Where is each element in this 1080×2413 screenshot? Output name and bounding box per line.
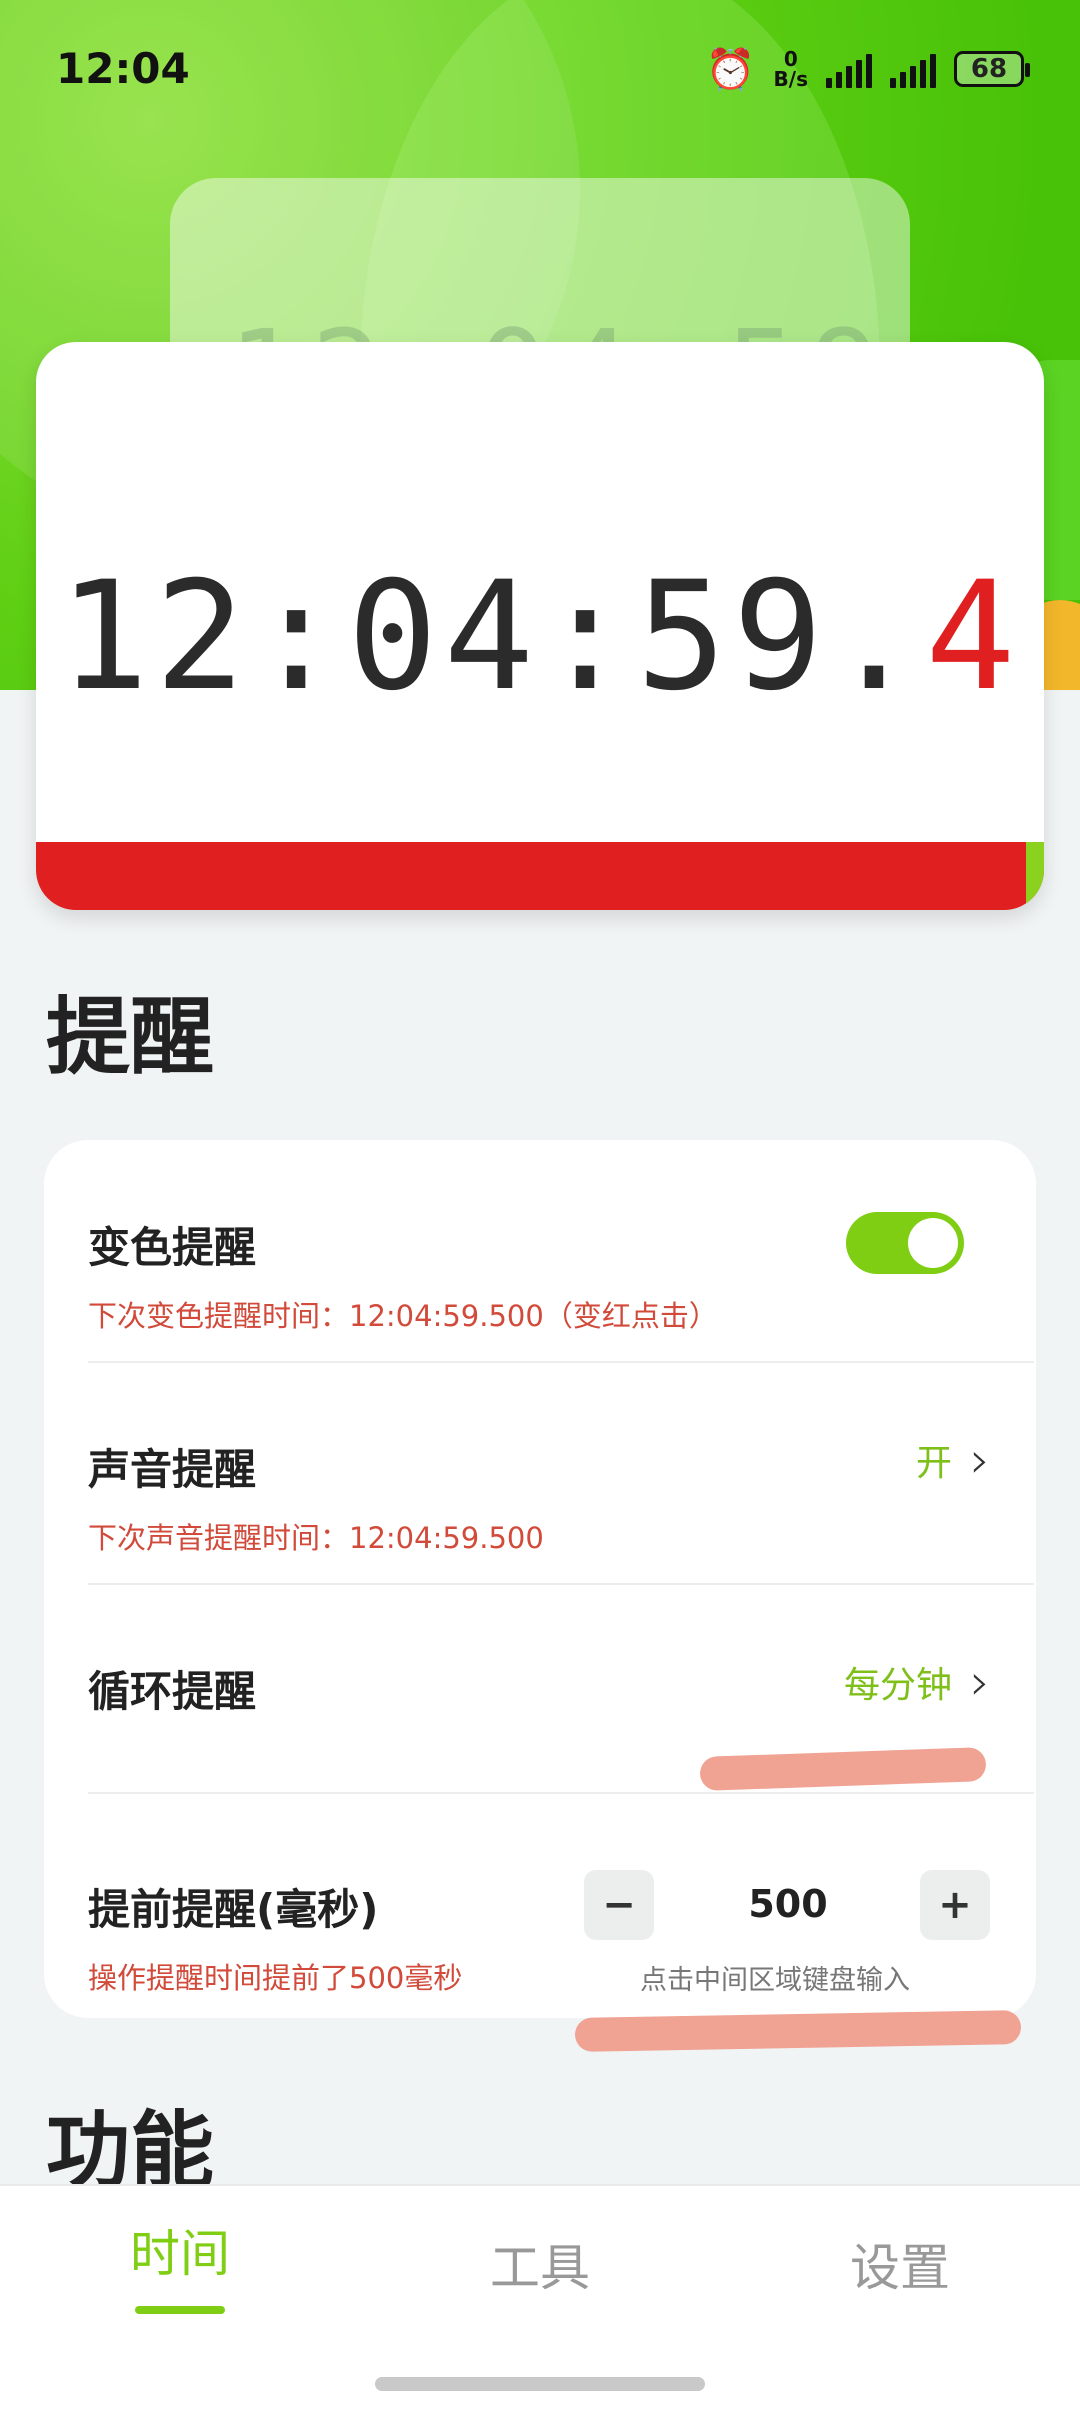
network-speed: 0 B/s (774, 49, 808, 89)
sound-reminder-value-text: 开 (915, 1443, 952, 1484)
network-speed-unit: B/s (773, 67, 808, 91)
sound-reminder-subtitle: 下次声音提醒时间：12:04:59.500 (88, 1521, 544, 1555)
color-reminder-subtitle: 下次变色提醒时间：12:04:59.500（变红点击） (88, 1299, 718, 1333)
sound-reminder-title: 声音提醒 (88, 1445, 257, 1494)
advance-ms-value[interactable]: 500 (708, 1882, 868, 1926)
loop-reminder-value-text: 每分钟 (843, 1665, 952, 1706)
tab-time[interactable]: 时间 (30, 2214, 330, 2286)
status-bar: 12:04 ⏰ 0 B/s 68 (0, 0, 1080, 140)
status-icons: ⏰ 0 B/s 68 (705, 44, 1030, 94)
sound-reminder-value[interactable]: 开 › (916, 1434, 990, 1486)
battery-icon: 68 (954, 51, 1030, 87)
divider (88, 1792, 1034, 1794)
loop-reminder-value[interactable]: 每分钟 › (844, 1656, 990, 1708)
reminder-card: 变色提醒 下次变色提醒时间：12:04:59.500（变红点击） 声音提醒 下次… (44, 1140, 1036, 2018)
status-time: 12:04 (56, 44, 190, 93)
clock-progress-bar (36, 842, 1044, 910)
decrease-button[interactable]: − (584, 1870, 654, 1940)
active-tab-indicator (135, 2306, 225, 2314)
clock-main-digits: 12:04:59. (58, 550, 926, 724)
increase-button[interactable]: + (920, 1870, 990, 1940)
tab-tools[interactable]: 工具 (390, 2228, 690, 2300)
color-reminder-toggle[interactable] (846, 1212, 964, 1274)
signal-icon (826, 50, 872, 88)
clock-progress-tail (1026, 842, 1044, 910)
chevron-right-icon: › (970, 1431, 990, 1489)
tab-settings[interactable]: 设置 (750, 2228, 1050, 2300)
sound-reminder-row[interactable]: 声音提醒 下次声音提醒时间：12:04:59.500 (88, 1436, 988, 1557)
clock-tenth-digit: 4 (925, 550, 1022, 724)
toggle-knob (908, 1218, 958, 1268)
highlight-scribble (574, 2010, 1022, 2052)
signal-icon (890, 50, 936, 88)
battery-level: 68 (970, 54, 1008, 84)
divider (88, 1361, 1034, 1363)
divider (88, 1583, 1034, 1585)
section-title-reminder: 提醒 (46, 988, 215, 1086)
alarm-icon: ⏰ (705, 46, 756, 93)
network-speed-value: 0 (783, 47, 798, 71)
keyboard-input-hint: 点击中间区域键盘输入 (640, 1965, 910, 1996)
clock-card[interactable]: 12:04:59.4 (36, 342, 1044, 910)
clock-display: 12:04:59.4 (36, 550, 1044, 724)
chevron-right-icon: › (970, 1653, 990, 1711)
home-indicator[interactable] (375, 2377, 705, 2391)
